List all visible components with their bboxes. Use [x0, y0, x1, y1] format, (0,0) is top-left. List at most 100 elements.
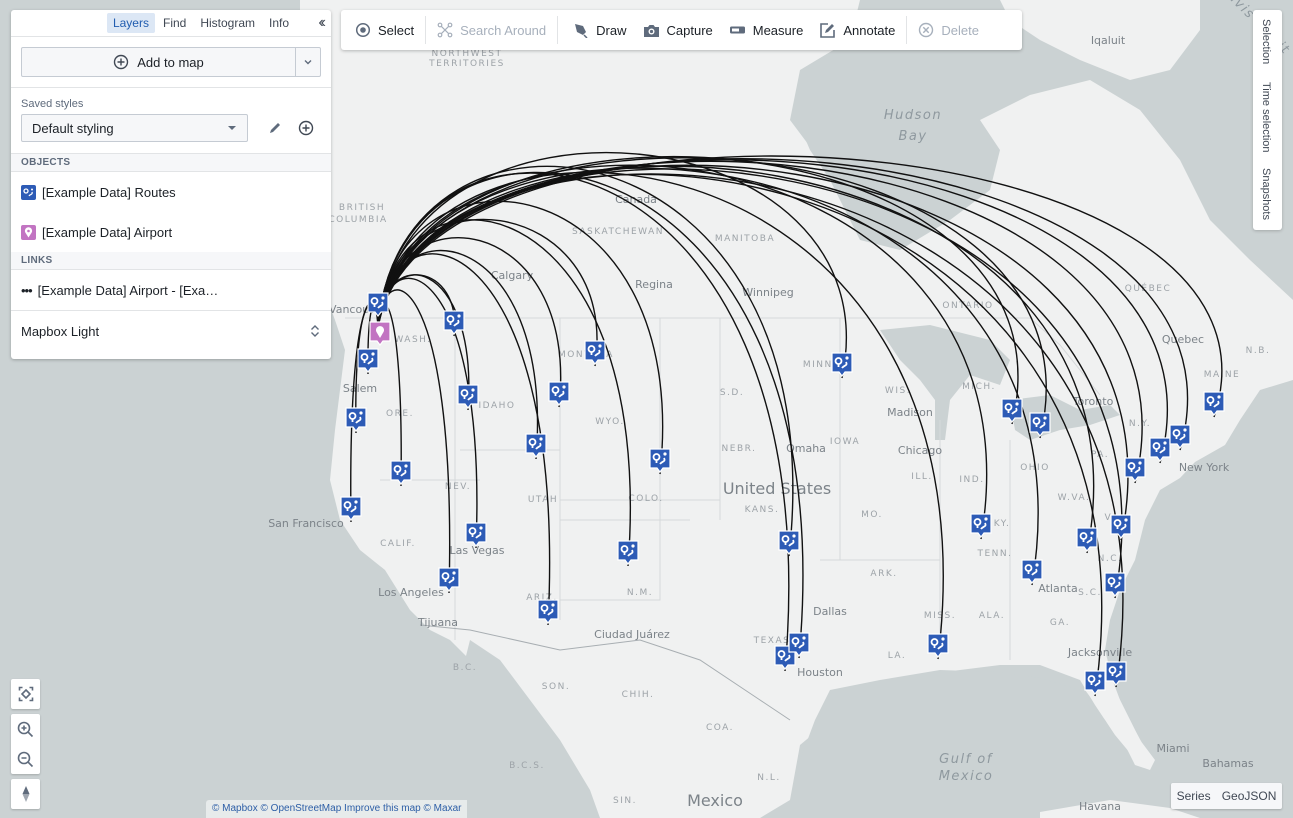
- select-button[interactable]: Select: [341, 10, 422, 50]
- route-marker[interactable]: [584, 340, 606, 365]
- add-to-map-button-group: Add to map: [21, 47, 321, 77]
- fit-bounds-control: [11, 679, 40, 709]
- route-marker[interactable]: [1104, 572, 1126, 597]
- link-dots-icon: •••: [21, 282, 33, 298]
- place-label: Mexico: [939, 769, 994, 784]
- route-marker[interactable]: [1001, 398, 1023, 423]
- route-marker[interactable]: [788, 632, 810, 657]
- route-marker[interactable]: [1203, 391, 1225, 416]
- tab-selection[interactable]: Selection: [1260, 19, 1272, 64]
- fit-bounds-button[interactable]: [11, 679, 40, 709]
- measure-button[interactable]: Measure: [721, 10, 812, 50]
- tab-find[interactable]: Find: [157, 13, 192, 33]
- place-label: Bay: [898, 129, 927, 144]
- layers-panel: Layers Find Histogram Info ‹‹ Add to map…: [11, 10, 331, 359]
- delete-label: Delete: [941, 22, 979, 38]
- saved-styles-value: Default styling: [32, 120, 114, 136]
- zoom-out-button[interactable]: [11, 744, 40, 774]
- attribution-improve[interactable]: Improve this map: [344, 803, 421, 814]
- route-marker[interactable]: [1105, 661, 1127, 686]
- tab-snapshots[interactable]: Snapshots: [1260, 168, 1272, 220]
- toolbar-divider: [425, 16, 427, 44]
- edit-style-button[interactable]: [260, 114, 290, 142]
- airport-marker[interactable]: [369, 321, 391, 346]
- tab-time-selection[interactable]: Time selection: [1260, 82, 1272, 153]
- add-style-button[interactable]: [291, 114, 321, 142]
- place-label: Bahamas: [1202, 757, 1253, 770]
- place-label: SON.: [542, 682, 570, 692]
- route-marker[interactable]: [525, 433, 547, 458]
- place-label: Atlanta: [1038, 582, 1077, 595]
- place-label: Los Angeles: [378, 586, 444, 599]
- route-marker[interactable]: [649, 448, 671, 473]
- ruler-icon: [729, 26, 745, 34]
- add-to-map-button[interactable]: Add to map: [22, 48, 295, 76]
- tab-info[interactable]: Info: [263, 13, 295, 33]
- layer-item-routes[interactable]: [Example Data] Routes: [11, 172, 331, 212]
- route-marker[interactable]: [340, 496, 362, 521]
- add-to-map-dropdown[interactable]: [295, 48, 320, 76]
- collapse-panel-icon[interactable]: ‹‹: [318, 14, 325, 32]
- route-marker[interactable]: [1169, 424, 1191, 449]
- layer-item-airport[interactable]: [Example Data] Airport: [11, 212, 331, 252]
- place-label: CHIH.: [622, 690, 655, 700]
- capture-button[interactable]: Capture: [635, 10, 721, 50]
- route-marker[interactable]: [438, 567, 460, 592]
- route-marker[interactable]: [1124, 457, 1146, 482]
- attribution-maxar[interactable]: © Maxar: [424, 803, 462, 814]
- place-label: S.D.: [720, 388, 744, 398]
- place-label: NEBR.: [722, 444, 757, 454]
- draw-button[interactable]: Draw: [561, 10, 634, 50]
- place-label: NORTHWEST: [432, 49, 503, 59]
- route-marker[interactable]: [443, 310, 465, 335]
- route-marker[interactable]: [778, 530, 800, 555]
- place-label: Hudson: [884, 108, 942, 123]
- place-label: Chicago: [898, 444, 942, 457]
- route-marker[interactable]: [465, 522, 487, 547]
- pen-icon: [575, 24, 588, 38]
- map-attribution: © Mapbox © OpenStreetMap Improve this ma…: [206, 800, 468, 818]
- select-target-icon: [355, 22, 371, 38]
- route-marker[interactable]: [617, 540, 639, 565]
- layer-item-link[interactable]: ••• [Example Data] Airport - [Exa…: [11, 270, 331, 310]
- zoom-in-button[interactable]: [11, 714, 40, 744]
- route-marker[interactable]: [1084, 670, 1106, 695]
- annotate-button[interactable]: Annotate: [811, 10, 903, 50]
- route-marker[interactable]: [927, 633, 949, 658]
- route-marker[interactable]: [357, 348, 379, 373]
- place-label: Winnipeg: [742, 286, 793, 299]
- route-marker[interactable]: [831, 352, 853, 377]
- caret-down-icon: [228, 126, 237, 130]
- route-marker[interactable]: [390, 460, 412, 485]
- tab-histogram[interactable]: Histogram: [194, 13, 261, 33]
- attribution-mapbox[interactable]: © Mapbox: [212, 803, 258, 814]
- panel-tabs: Layers Find Histogram Info ‹‹: [11, 10, 331, 37]
- route-marker[interactable]: [1029, 412, 1051, 437]
- layer-item-label: [Example Data] Airport: [42, 224, 173, 240]
- saved-styles-label: Saved styles: [21, 98, 84, 110]
- delete-button[interactable]: Delete: [910, 10, 987, 50]
- route-marker[interactable]: [1110, 514, 1132, 539]
- series-button[interactable]: Series: [1177, 789, 1211, 803]
- geojson-button[interactable]: GeoJSON: [1222, 789, 1277, 803]
- reset-north-button[interactable]: [11, 779, 40, 809]
- route-marker[interactable]: [537, 599, 559, 624]
- route-marker[interactable]: [970, 513, 992, 538]
- route-marker[interactable]: [1076, 527, 1098, 552]
- route-marker[interactable]: [345, 407, 367, 432]
- basemap-label: Mapbox Light: [21, 323, 100, 339]
- route-marker[interactable]: [367, 292, 389, 317]
- route-marker[interactable]: [548, 381, 570, 406]
- route-marker[interactable]: [1149, 437, 1171, 462]
- route-marker[interactable]: [1021, 559, 1043, 584]
- place-label: MANITOBA: [715, 234, 775, 244]
- compass-icon: [22, 786, 29, 802]
- attribution-osm[interactable]: © OpenStreetMap: [261, 803, 342, 814]
- search-around-button[interactable]: Search Around: [429, 10, 554, 50]
- tab-layers[interactable]: Layers: [106, 13, 155, 33]
- place-label: W.VA.: [1058, 493, 1091, 503]
- basemap-selector[interactable]: Mapbox Light: [11, 310, 331, 351]
- route-marker[interactable]: [457, 384, 479, 409]
- zoom-out-icon: [17, 751, 34, 767]
- saved-styles-select[interactable]: Default styling: [21, 114, 249, 142]
